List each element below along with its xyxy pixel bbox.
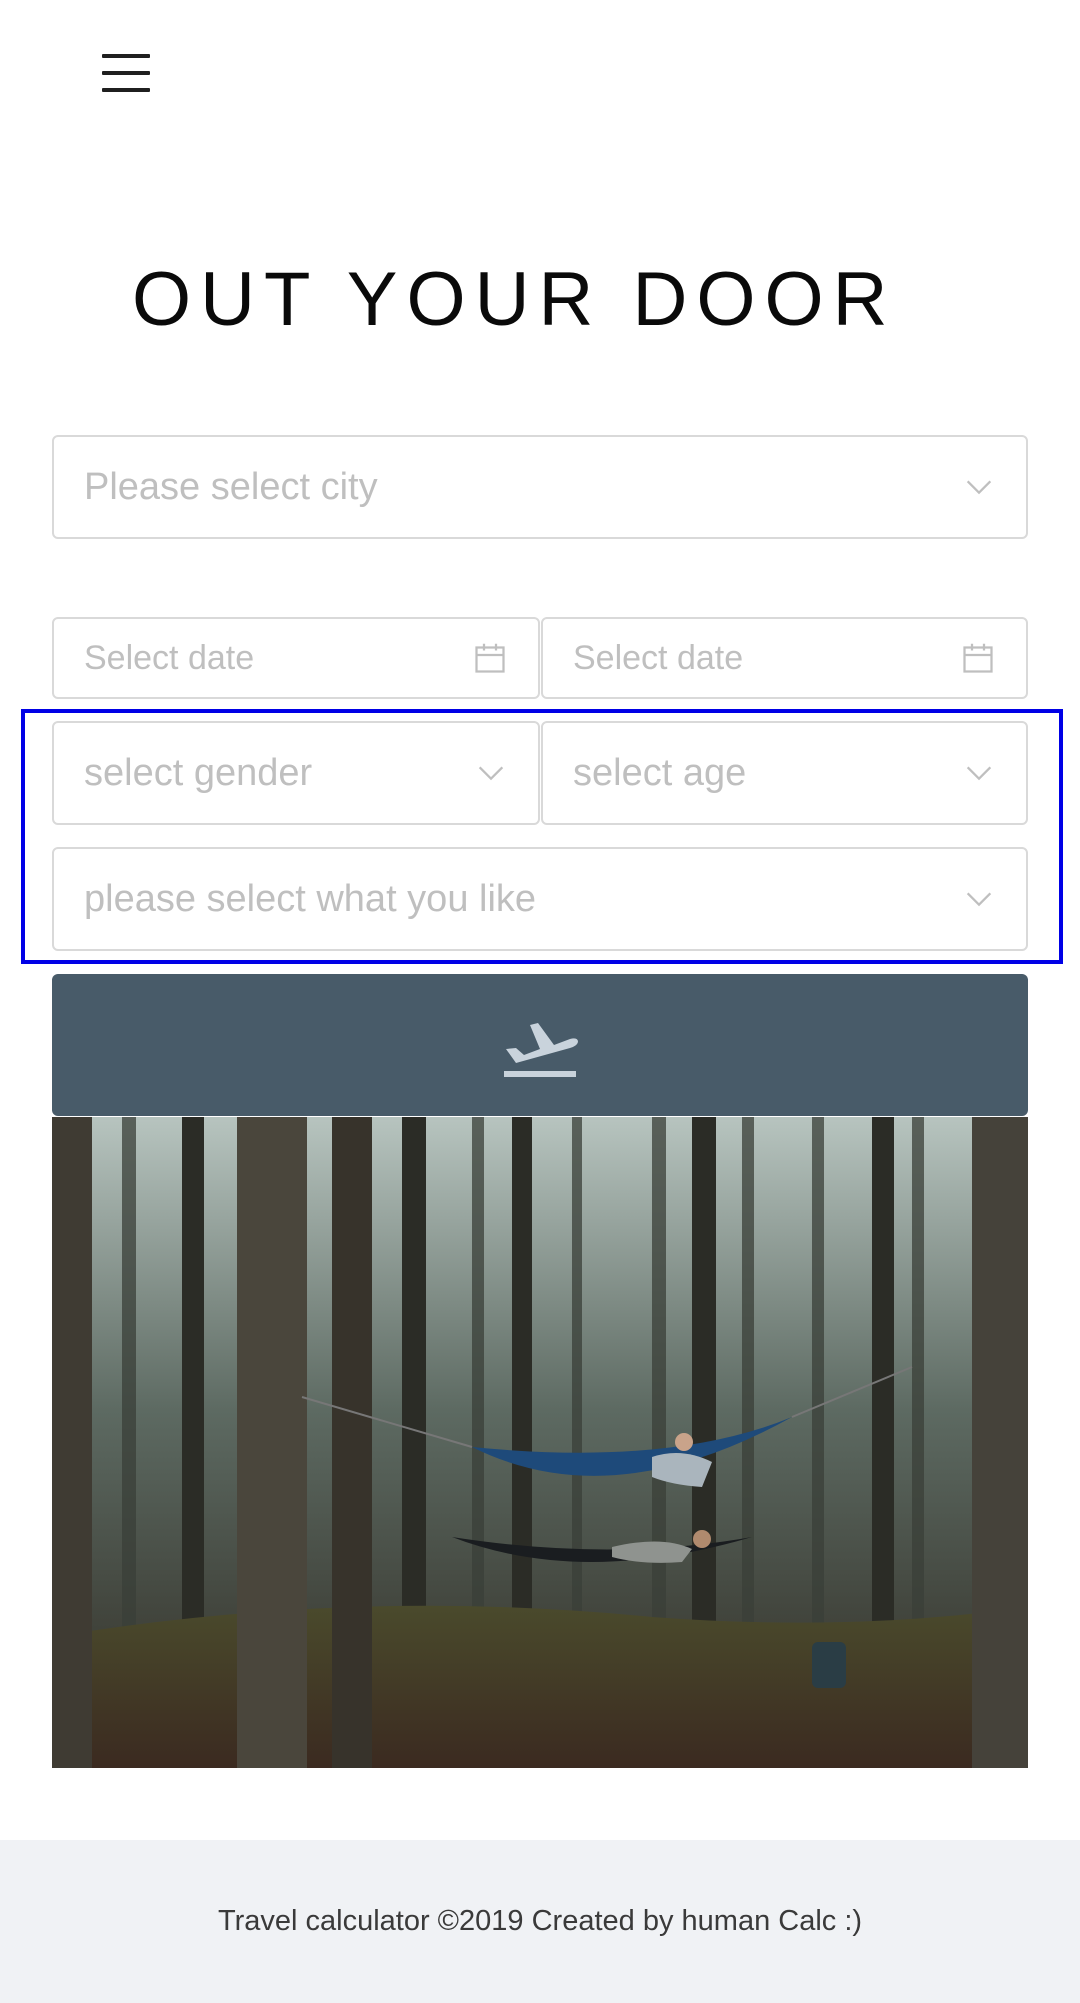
end-date-placeholder: Select date — [573, 638, 744, 677]
chevron-down-icon — [966, 480, 992, 495]
chevron-down-icon — [478, 766, 504, 781]
city-select[interactable]: Please select city — [52, 435, 1028, 539]
page-title: OUT YOUR DOOR — [132, 257, 897, 342]
footer: Travel calculator ©2019 Created by human… — [0, 1840, 1080, 2003]
calculate-trip-button[interactable] — [52, 974, 1028, 1116]
hero-photo-hammocks-forest — [52, 1117, 1028, 1768]
age-select[interactable]: select age — [541, 721, 1028, 825]
start-date-placeholder: Select date — [84, 638, 255, 677]
hamburger-menu-icon[interactable] — [96, 50, 156, 96]
age-select-placeholder: select age — [573, 751, 747, 794]
calendar-icon — [963, 643, 993, 673]
interests-select-placeholder: please select what you like — [84, 877, 537, 920]
interests-select[interactable]: please select what you like — [52, 847, 1028, 951]
chevron-down-icon — [966, 892, 992, 907]
end-date-picker[interactable]: Select date — [541, 617, 1028, 699]
chevron-down-icon — [966, 766, 992, 781]
gender-select-placeholder: select gender — [84, 751, 313, 794]
start-date-picker[interactable]: Select date — [52, 617, 540, 699]
gender-select[interactable]: select gender — [52, 721, 540, 825]
airplane-takeoff-icon — [504, 1023, 578, 1077]
footer-text: Travel calculator ©2019 Created by human… — [217, 1905, 863, 1937]
calendar-icon — [475, 643, 505, 673]
city-select-placeholder: Please select city — [84, 465, 378, 508]
